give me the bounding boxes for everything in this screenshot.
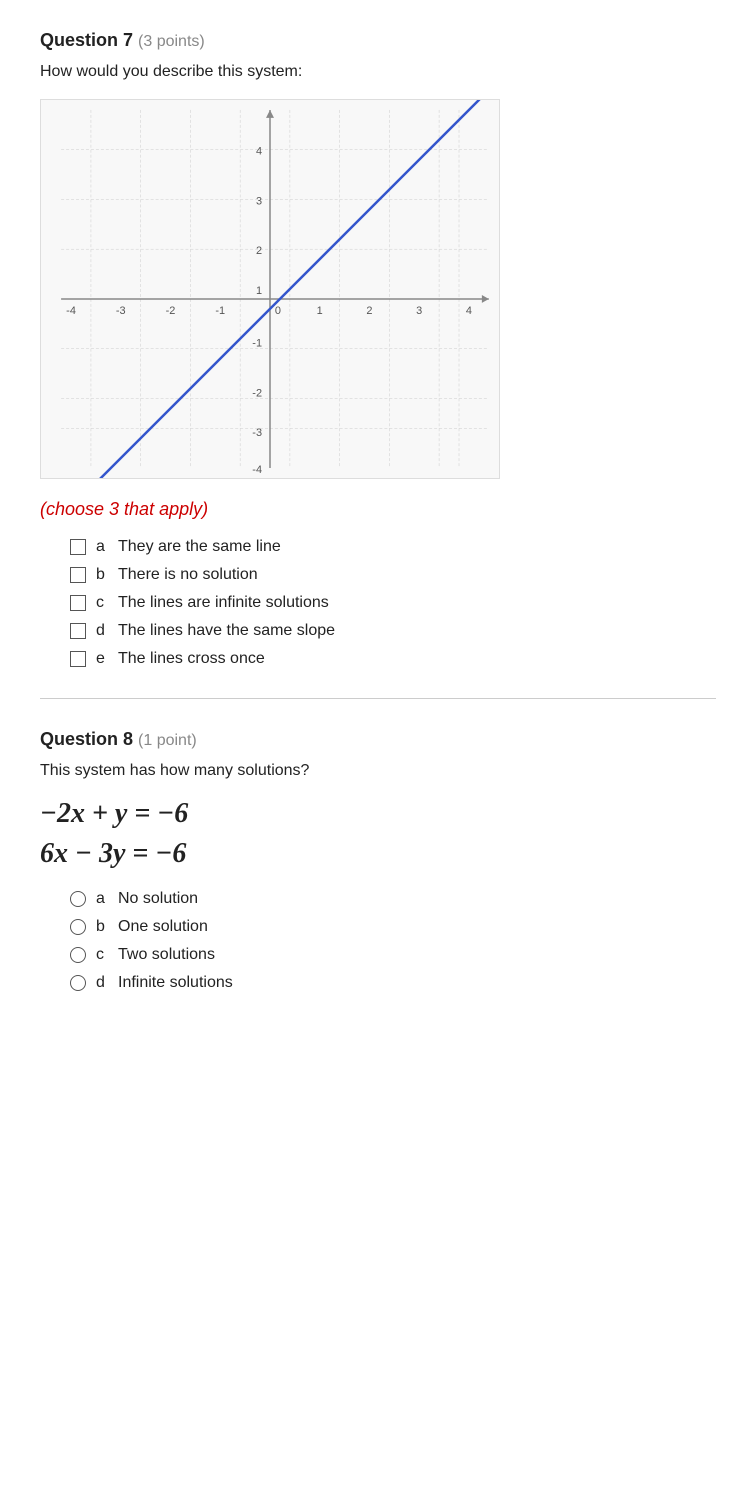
option-8a-text: No solution <box>118 890 198 908</box>
option-7b-text: There is no solution <box>118 566 258 584</box>
radio-8a[interactable] <box>70 891 86 907</box>
option-7c[interactable]: c The lines are infinite solutions <box>70 594 716 612</box>
option-8c[interactable]: c Two solutions <box>70 946 716 964</box>
svg-text:-2: -2 <box>166 305 176 317</box>
question-8-options: a No solution b One solution c Two solut… <box>70 890 716 992</box>
radio-8d[interactable] <box>70 975 86 991</box>
svg-text:0: 0 <box>275 305 281 317</box>
equation-1: −2x + y = −6 <box>40 798 716 830</box>
question-7-header: Question 7 (3 points) <box>40 30 716 51</box>
svg-text:-4: -4 <box>66 305 76 317</box>
option-8c-text: Two solutions <box>118 946 215 964</box>
question-7-points: (3 points) <box>138 33 205 50</box>
option-8a[interactable]: a No solution <box>70 890 716 908</box>
svg-text:-2: -2 <box>252 387 262 399</box>
question-7-container: Question 7 (3 points) How would you desc… <box>40 30 716 668</box>
option-7a-text: They are the same line <box>118 538 281 556</box>
question-8-container: Question 8 (1 point) This system has how… <box>40 729 716 992</box>
question-7-options: a They are the same line b There is no s… <box>70 538 716 668</box>
svg-text:1: 1 <box>256 285 262 297</box>
option-8d-text: Infinite solutions <box>118 974 233 992</box>
svg-text:-4: -4 <box>252 464 262 476</box>
option-8d[interactable]: d Infinite solutions <box>70 974 716 992</box>
option-7d[interactable]: d The lines have the same slope <box>70 622 716 640</box>
option-7a[interactable]: a They are the same line <box>70 538 716 556</box>
question-7-text: How would you describe this system: <box>40 63 716 81</box>
question-7-number: Question 7 <box>40 30 133 50</box>
svg-text:-1: -1 <box>215 305 225 317</box>
option-7d-text: The lines have the same slope <box>118 622 335 640</box>
question-8-points: (1 point) <box>138 732 197 749</box>
question-8-header: Question 8 (1 point) <box>40 729 716 750</box>
option-7b[interactable]: b There is no solution <box>70 566 716 584</box>
svg-text:-1: -1 <box>252 338 262 350</box>
svg-text:3: 3 <box>416 305 422 317</box>
graph-svg: -4 -3 -2 -1 0 1 2 3 4 4 3 2 1 -1 -2 -3 -… <box>41 100 499 478</box>
graph-container: -4 -3 -2 -1 0 1 2 3 4 4 3 2 1 -1 -2 -3 -… <box>40 99 500 479</box>
question-8-text: This system has how many solutions? <box>40 762 716 780</box>
svg-text:3: 3 <box>256 195 262 207</box>
svg-text:1: 1 <box>317 305 323 317</box>
radio-8b[interactable] <box>70 919 86 935</box>
option-7c-text: The lines are infinite solutions <box>118 594 329 612</box>
svg-text:2: 2 <box>366 305 372 317</box>
section-divider <box>40 698 716 699</box>
option-7e-text: The lines cross once <box>118 650 265 668</box>
svg-text:-3: -3 <box>116 305 126 317</box>
question-8-number: Question 8 <box>40 729 133 749</box>
checkbox-7a[interactable] <box>70 539 86 555</box>
option-7e[interactable]: e The lines cross once <box>70 650 716 668</box>
option-8b[interactable]: b One solution <box>70 918 716 936</box>
checkbox-7b[interactable] <box>70 567 86 583</box>
radio-8c[interactable] <box>70 947 86 963</box>
svg-text:4: 4 <box>256 146 262 158</box>
svg-text:4: 4 <box>466 305 472 317</box>
svg-text:2: 2 <box>256 245 262 257</box>
checkbox-7c[interactable] <box>70 595 86 611</box>
option-8b-text: One solution <box>118 918 208 936</box>
equation-block: −2x + y = −6 6x − 3y = −6 <box>40 798 716 870</box>
svg-text:-3: -3 <box>252 427 262 439</box>
choose-label: (choose 3 that apply) <box>40 499 716 520</box>
checkbox-7e[interactable] <box>70 651 86 667</box>
equation-2: 6x − 3y = −6 <box>40 838 716 870</box>
checkbox-7d[interactable] <box>70 623 86 639</box>
